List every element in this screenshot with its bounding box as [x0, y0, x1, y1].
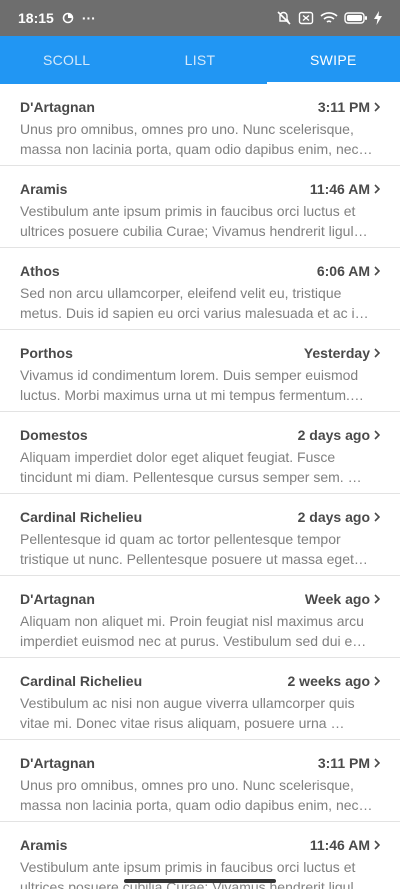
- list-item-header: D'Artagnan Week ago: [20, 576, 381, 607]
- list-item-header: Aramis 11:46 AM: [20, 166, 381, 197]
- list-item[interactable]: Aramis 11:46 AM Vestibulum ante ipsum prim…: [0, 166, 400, 248]
- list-item-header: Porthos Yesterday: [20, 330, 381, 361]
- chevron-right-icon: [374, 263, 381, 279]
- message-preview: Vestibulum ac nisi non augue viverra ull…: [20, 695, 355, 731]
- sender-name: D'Artagnan: [20, 754, 95, 771]
- status-right: [276, 10, 382, 26]
- status-left: 18:15 ···: [18, 10, 96, 26]
- list-item-header: Aramis 11:46 AM: [20, 822, 381, 853]
- timestamp-group: Week ago: [304, 590, 381, 607]
- home-indicator[interactable]: [124, 879, 276, 883]
- sender-name: Porthos: [20, 344, 73, 361]
- list-item[interactable]: Athos 6:06 AM Sed non arcu ullamcorper, el…: [0, 248, 400, 330]
- timestamp: 11:46 AM: [309, 836, 370, 853]
- message-preview: Unus pro omnibus, omnes pro uno. Nunc sc…: [20, 121, 373, 157]
- sender-name: Aramis: [20, 836, 68, 853]
- sender-name: Aramis: [20, 180, 68, 197]
- list-item[interactable]: Cardinal Richelieu 2 days ago Pellentesque…: [0, 494, 400, 576]
- list-item-header: Athos 6:06 AM: [20, 248, 381, 279]
- sender-name: Cardinal Richelieu: [20, 508, 143, 525]
- message-preview: Unus pro omnibus, omnes pro uno. Nunc sc…: [20, 777, 373, 813]
- sender-name: D'Artagnan: [20, 98, 95, 115]
- list-item[interactable]: Porthos Yesterday Vivamus id condimentum l…: [0, 330, 400, 412]
- list-item-header: Domestos 2 days ago: [20, 412, 381, 443]
- chevron-right-icon: [374, 837, 381, 853]
- timestamp-group: 6:06 AM: [316, 262, 381, 279]
- chevron-right-icon: [374, 181, 381, 197]
- timestamp-group: 2 weeks ago: [288, 673, 381, 689]
- data-saver-icon: [62, 12, 74, 24]
- list-item[interactable]: D'Artagnan 3:11 PM Unus pro omnibus, omnes…: [0, 84, 400, 166]
- timestamp: 2 days ago: [297, 508, 370, 525]
- chevron-right-icon: [374, 755, 381, 771]
- status-bar: 18:15 ···: [0, 0, 400, 36]
- mute-icon: [276, 10, 292, 26]
- chevron-right-icon: [374, 673, 381, 689]
- message-preview: Aliquam imperdiet dolor eget aliquet feu…: [20, 449, 362, 485]
- message-preview: Vestibulum ante ipsum primis in faucibus…: [20, 203, 368, 239]
- status-dots: ···: [81, 10, 96, 26]
- tab-list[interactable]: LIST: [133, 36, 266, 84]
- timestamp-group: 3:11 PM: [317, 754, 381, 771]
- timestamp: 2 weeks ago: [287, 672, 371, 689]
- status-time: 18:15: [18, 10, 54, 26]
- message-preview: Vivamus id condimentum lorem. Duis sempe…: [20, 367, 364, 403]
- wifi-icon: [320, 11, 338, 25]
- message-preview: Aliquam non aliquet mi. Proin feugiat ni…: [20, 613, 367, 649]
- message-preview: Pellentesque id quam ac tortor pellentes…: [20, 531, 368, 567]
- sender-name: D'Artagnan: [20, 590, 95, 607]
- list-item[interactable]: D'Artagnan 3:11 PM Unus pro omnibus, omnes…: [0, 740, 400, 822]
- sim-off-icon: [298, 11, 314, 25]
- list-item-header: D'Artagnan 3:11 PM: [20, 84, 381, 115]
- chevron-right-icon: [374, 345, 381, 361]
- timestamp: 6:06 AM: [316, 262, 370, 279]
- list-item-header: Cardinal Richelieu 2 days ago: [20, 494, 381, 525]
- message-preview: Sed non arcu ullamcorper, eleifend velit…: [20, 285, 369, 321]
- list-item[interactable]: Domestos 2 days ago Aliquam imperdiet dolo…: [0, 412, 400, 494]
- sender-name: Cardinal Richelieu: [20, 672, 143, 689]
- battery-icon: [344, 12, 368, 24]
- timestamp: 2 days ago: [297, 426, 370, 443]
- timestamp: 3:11 PM: [317, 754, 370, 771]
- list-item-header: Cardinal Richelieu 2 weeks ago: [20, 658, 381, 689]
- chevron-right-icon: [374, 591, 381, 607]
- list-item-header: D'Artagnan 3:11 PM: [20, 740, 381, 771]
- list-item[interactable]: Cardinal Richelieu 2 weeks ago Vestibulum …: [0, 658, 400, 740]
- chevron-right-icon: [374, 99, 381, 115]
- chevron-right-icon: [374, 509, 381, 525]
- timestamp: 11:46 AM: [309, 180, 370, 197]
- tab-scoll[interactable]: SCOLL: [0, 36, 133, 84]
- timestamp-group: Yesterday: [303, 344, 381, 361]
- message-preview: Vestibulum ante ipsum primis in faucibus…: [20, 859, 368, 889]
- sender-name: Athos: [20, 262, 60, 279]
- timestamp: Week ago: [304, 590, 370, 607]
- sender-name: Domestos: [20, 426, 88, 443]
- chevron-right-icon: [374, 427, 381, 443]
- tab-swipe[interactable]: SWIPE: [266, 36, 400, 84]
- tab-bar: SCOLL LIST SWIPE: [0, 36, 400, 84]
- charging-icon: [374, 11, 382, 25]
- timestamp-group: 2 days ago: [297, 426, 381, 443]
- timestamp: 3:11 PM: [317, 98, 370, 115]
- list-item[interactable]: D'Artagnan Week ago Aliquam non aliquet mi…: [0, 576, 400, 658]
- timestamp-group: 11:46 AM: [309, 836, 381, 853]
- timestamp-group: 2 days ago: [297, 508, 381, 525]
- timestamp-group: 3:11 PM: [317, 98, 381, 115]
- timestamp: Yesterday: [303, 344, 370, 361]
- message-list: D'Artagnan 3:11 PM Unus pro omnibus, omnes…: [0, 84, 400, 889]
- timestamp-group: 11:46 AM: [309, 180, 381, 197]
